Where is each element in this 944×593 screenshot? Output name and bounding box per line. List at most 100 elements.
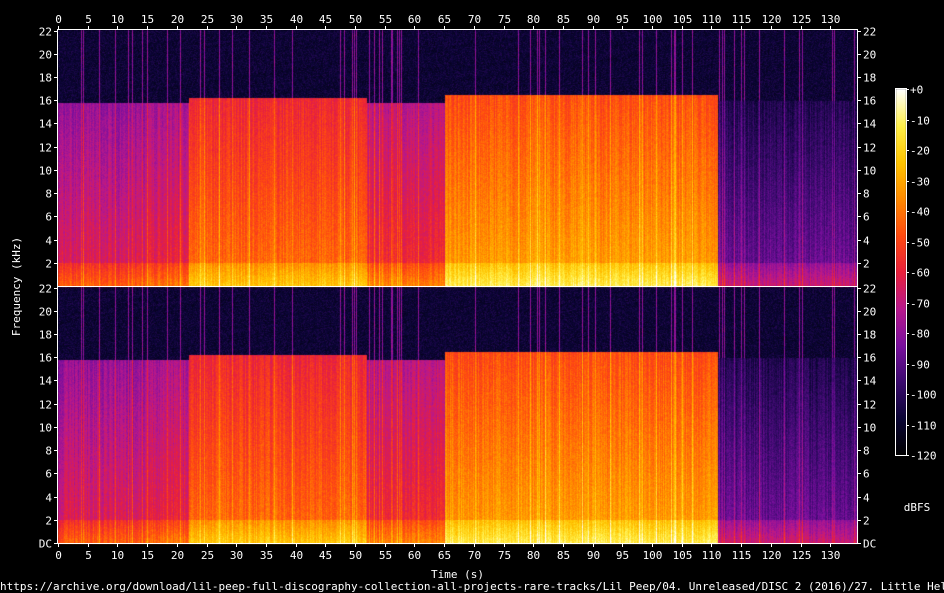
y-tick-label: 10 bbox=[863, 165, 876, 178]
x-tick-label: 5 bbox=[85, 13, 92, 26]
y-tick-label: 8 bbox=[45, 188, 52, 201]
x-tick-label: 0 bbox=[55, 13, 62, 26]
colorbar-tick-label: -100 bbox=[910, 389, 937, 402]
x-tick-label: 50 bbox=[349, 549, 362, 562]
x-tick-label: 90 bbox=[587, 13, 600, 26]
colorbar-tick-label: +0 bbox=[910, 84, 923, 97]
colorbar-tick-label: -40 bbox=[910, 206, 930, 219]
y-tick-label: 16 bbox=[39, 352, 52, 365]
x-tick-label: 50 bbox=[349, 13, 362, 26]
x-tick-label: 75 bbox=[498, 549, 511, 562]
y-tick-label: 20 bbox=[863, 49, 876, 62]
spectrogram-axes: 0 5 10 15 20 25 30 35 40 45 50 55 60 65 70 75 80 85 90 95 10… bbox=[0, 13, 944, 593]
x-tick-label: 20 bbox=[171, 13, 184, 26]
y-tick-label: 18 bbox=[39, 329, 52, 342]
y-tick-label: 14 bbox=[863, 375, 877, 388]
y-axis-ticks: 2 24 46 68 810 1012 1214 1416 1618 1820 2022 22DC DC… bbox=[39, 26, 877, 551]
x-tick-label: 105 bbox=[673, 13, 693, 26]
y-tick-label: 20 bbox=[863, 306, 876, 319]
y-tick-label: 2 bbox=[45, 515, 52, 528]
y-tick-label: 22 bbox=[39, 26, 52, 39]
x-tick-label: 30 bbox=[230, 13, 243, 26]
x-tick-label: 80 bbox=[527, 13, 540, 26]
y-tick-label: 2 bbox=[863, 515, 870, 528]
y-tick-label: 12 bbox=[863, 399, 876, 412]
colorbar-tick-label: -110 bbox=[910, 420, 937, 433]
x-tick-label: 35 bbox=[260, 13, 273, 26]
x-tick-label: 15 bbox=[141, 549, 154, 562]
channel-2-frame bbox=[57, 286, 858, 544]
y-tick-label: 4 bbox=[45, 492, 52, 505]
x-tick-label: 130 bbox=[821, 549, 841, 562]
y-tick-label: 12 bbox=[863, 142, 876, 155]
y-tick-label: 10 bbox=[39, 422, 52, 435]
y-tick-label: 18 bbox=[863, 72, 876, 85]
x-tick-label: 95 bbox=[616, 13, 629, 26]
colorbar-tick-label: -50 bbox=[910, 237, 930, 250]
y-tick-label: 6 bbox=[863, 468, 870, 481]
y-tick-label: 22 bbox=[39, 283, 52, 296]
x-tick-label: 120 bbox=[762, 549, 782, 562]
y-tick-label: 12 bbox=[39, 142, 52, 155]
source-url: https://archive.org/download/lil-peep-fu… bbox=[0, 580, 944, 593]
x-tick-label: 100 bbox=[643, 13, 663, 26]
y-tick-label: 20 bbox=[39, 49, 52, 62]
x-tick-label: 70 bbox=[468, 549, 481, 562]
y-tick-label: 18 bbox=[863, 329, 876, 342]
x-tick-label: 25 bbox=[201, 13, 214, 26]
y-tick-label: 8 bbox=[45, 445, 52, 458]
y-tick-label: 16 bbox=[863, 95, 876, 108]
y-tick-label: 8 bbox=[863, 445, 870, 458]
x-tick-label: 10 bbox=[111, 13, 124, 26]
x-tick-label: 5 bbox=[85, 549, 92, 562]
y-tick-label: 4 bbox=[863, 492, 870, 505]
y-tick-label: 14 bbox=[39, 118, 53, 131]
x-tick-label: 30 bbox=[230, 549, 243, 562]
x-tick-label: 15 bbox=[141, 13, 154, 26]
x-tick-label: 110 bbox=[702, 549, 722, 562]
x-tick-label: 40 bbox=[290, 13, 303, 26]
y-tick-label: 4 bbox=[863, 235, 870, 248]
x-tick-label: 0 bbox=[55, 549, 62, 562]
colorbar-tick-label: -80 bbox=[910, 328, 930, 341]
x-tick-label: 115 bbox=[732, 549, 752, 562]
y-tick-label: 22 bbox=[863, 26, 876, 39]
x-tick-label: 45 bbox=[319, 13, 332, 26]
y-tick-label: 18 bbox=[39, 72, 52, 85]
colorbar-ticks: +0 -10 -20 -30 -40 -50 -60 -70 -80 -90 -100 -110 -12… bbox=[906, 84, 937, 463]
y-tick-label: 20 bbox=[39, 306, 52, 319]
colorbar-tick-label: -90 bbox=[910, 359, 930, 372]
x-tick-label: 90 bbox=[587, 549, 600, 562]
colorbar-tick-label: -70 bbox=[910, 298, 930, 311]
y-tick-label: DC bbox=[39, 538, 52, 551]
x-tick-label: 45 bbox=[319, 549, 332, 562]
x-tick-label: 25 bbox=[201, 549, 214, 562]
y-tick-label: 4 bbox=[45, 235, 52, 248]
x-tick-label: 20 bbox=[171, 549, 184, 562]
x-tick-label: 75 bbox=[498, 13, 511, 26]
y-tick-label: 12 bbox=[39, 399, 52, 412]
x-tick-label: 10 bbox=[111, 549, 124, 562]
x-tick-label: 55 bbox=[379, 13, 392, 26]
x-tick-label: 60 bbox=[408, 549, 421, 562]
x-tick-label: 120 bbox=[762, 13, 782, 26]
x-tick-label: 85 bbox=[557, 549, 570, 562]
colorbar-label: dBFS bbox=[904, 501, 931, 514]
y-tick-label: 6 bbox=[45, 468, 52, 481]
x-tick-label: 65 bbox=[438, 13, 451, 26]
colorbar-tick-label: -30 bbox=[910, 176, 930, 189]
x-tick-label: 105 bbox=[673, 549, 693, 562]
y-tick-label: 2 bbox=[45, 258, 52, 271]
x-tick-label: 80 bbox=[527, 549, 540, 562]
x-tick-label: 55 bbox=[379, 549, 392, 562]
x-tick-label: 35 bbox=[260, 549, 273, 562]
y-tick-label: 6 bbox=[45, 211, 52, 224]
spectrogram-view: 0 5 10 15 20 25 30 35 40 45 50 55 60 65 70 75 80 85 90 95 10… bbox=[0, 0, 944, 593]
x-tick-label: 40 bbox=[290, 549, 303, 562]
x-tick-label: 110 bbox=[702, 13, 722, 26]
y-axis-label: Frequency (kHz) bbox=[10, 237, 23, 336]
x-tick-label: 125 bbox=[792, 13, 812, 26]
colorbar-tick-label: -60 bbox=[910, 267, 930, 280]
y-tick-label: 6 bbox=[863, 211, 870, 224]
y-tick-label: 16 bbox=[39, 95, 52, 108]
